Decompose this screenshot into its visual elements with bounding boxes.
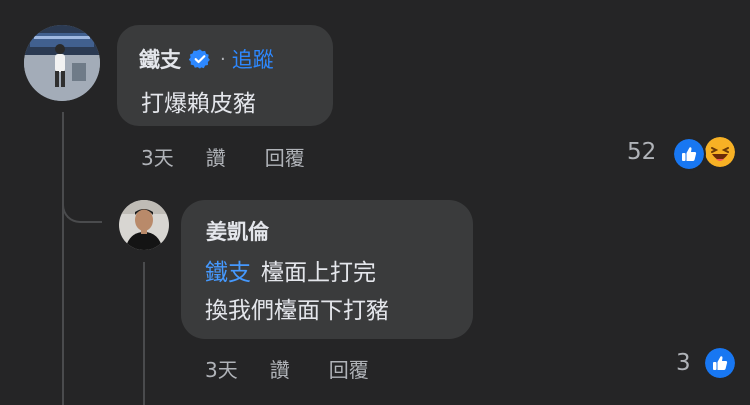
avatar[interactable] [119,200,169,250]
comment-timestamp[interactable]: 3天 [141,142,174,171]
reply-text-content: 檯面上打完 [261,260,376,286]
comment-header: 鐵支 · 追蹤 [139,44,274,74]
comment-thread: 鐵支 · 追蹤 打爆賴皮豬 3天 讚 回覆 52 姜凱倫 鐵支 檯面上打完 換我… [0,0,750,405]
reply-bubble: 姜凱倫 鐵支 檯面上打完 換我們檯面下打豬 [181,200,473,339]
thread-connector-line [62,112,64,405]
like-button[interactable]: 讚 [206,142,226,171]
reply-thread-line [143,262,145,405]
reply-author[interactable]: 姜凱倫 [206,216,269,246]
reply-actions: 3天 讚 回覆 [205,354,369,383]
reply-text-line1: 鐵支 檯面上打完 [205,253,376,287]
reply-button[interactable]: 回覆 [329,354,369,383]
reaction-count[interactable]: 3 [676,350,691,376]
comment-bubble: 鐵支 · 追蹤 打爆賴皮豬 [117,25,333,126]
reaction-count[interactable]: 52 [627,139,656,165]
reply-button[interactable]: 回覆 [265,142,305,171]
separator-dot: · [220,48,226,70]
reply-connector-elbow [62,185,102,223]
reply-timestamp[interactable]: 3天 [205,354,238,383]
comment-actions: 3天 讚 回覆 [141,142,305,171]
follow-button[interactable]: 追蹤 [232,44,274,74]
verified-badge-icon [189,49,210,69]
comment-text: 打爆賴皮豬 [141,91,256,117]
avatar[interactable] [24,25,100,101]
like-button[interactable]: 讚 [270,354,290,383]
mention-link[interactable]: 鐵支 [205,260,251,286]
comment-author[interactable]: 鐵支 [139,44,181,74]
like-icon[interactable] [672,137,706,171]
like-icon[interactable] [705,348,735,378]
reply-header: 姜凱倫 [206,216,269,246]
reply-text-line2: 換我們檯面下打豬 [205,298,389,324]
haha-icon[interactable] [705,137,735,167]
